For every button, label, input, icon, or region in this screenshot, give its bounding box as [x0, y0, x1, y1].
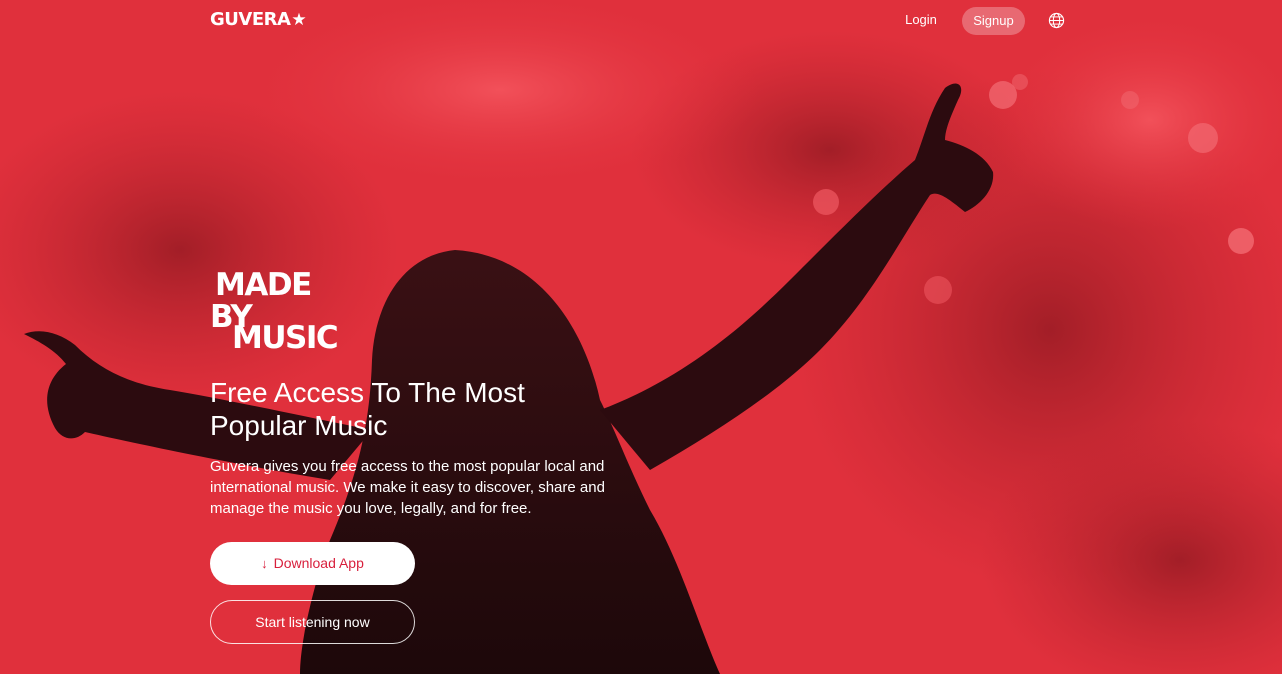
- signup-button[interactable]: Signup: [962, 7, 1025, 35]
- download-app-button[interactable]: ↓ Download App: [210, 542, 415, 585]
- made-by-music-tagline: MADE BY MUSIC: [210, 270, 350, 356]
- login-link[interactable]: Login: [896, 11, 946, 29]
- globe-icon[interactable]: [1048, 12, 1065, 29]
- logo-star-icon: ★: [291, 10, 307, 30]
- logo-text: GUVERA: [210, 9, 291, 30]
- start-listening-button[interactable]: Start listening now: [210, 600, 415, 644]
- concert-background-image: [0, 0, 1282, 674]
- hero-description: Guvera gives you free access to the most…: [210, 458, 605, 517]
- hero-headline: Free Access To The Most Popular Music: [210, 377, 525, 441]
- tagline-line-music: MUSIC: [232, 320, 339, 356]
- tagline-line-made: MADE: [215, 267, 312, 303]
- guvera-logo[interactable]: GUVERA★: [210, 9, 307, 31]
- arrow-down-icon: ↓: [261, 556, 268, 571]
- top-navigation: GUVERA★ Login Signup: [0, 0, 1282, 42]
- hero-section: GUVERA★ Login Signup MADE BY MUSIC Free …: [0, 0, 1282, 674]
- download-app-label: Download App: [273, 555, 364, 571]
